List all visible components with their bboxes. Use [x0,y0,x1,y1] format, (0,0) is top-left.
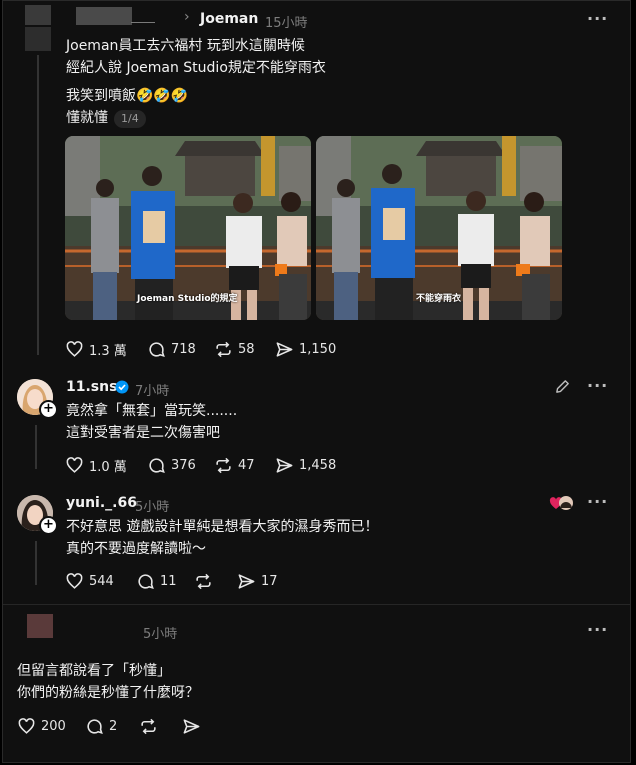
repost-icon [141,718,156,735]
author-name[interactable]: yuni._.66 [66,495,137,511]
repost-button[interactable] [194,572,213,591]
more-icon[interactable]: ··· [587,492,608,511]
thread-line [35,541,37,585]
post-text-line1: 但留言都說看了「秒懂」 [17,663,171,679]
repost-count: 47 [238,458,255,473]
page-indicator: 1/4 [114,110,146,128]
like-button[interactable]: 1.3 萬 [65,340,127,359]
thread-line [35,425,37,469]
share-icon [276,342,293,357]
post-time: 5小時 [143,627,178,642]
share-count: 1,458 [299,458,337,473]
redacted-avatar-bottom [25,27,51,51]
like-count: 1.3 萬 [89,344,127,359]
share-count: 17 [261,574,278,589]
repost-button[interactable]: 58 [214,340,255,359]
heart-icon [18,718,35,734]
post-time: 7小時 [135,384,170,399]
heart-icon [66,457,83,473]
divider [3,604,630,605]
share-button[interactable]: 1,150 [275,340,336,359]
liked-by-author-icon [549,496,573,510]
post-text-line1: Joeman員工去六福村 玩到水這關時候 [66,38,305,54]
redacted-avatar [27,614,53,638]
post-text-line3: 我笑到噴飯🤣🤣🤣 [66,88,189,104]
comment-count: 376 [171,458,196,473]
like-button[interactable]: 200 [17,717,66,736]
chevron-right-icon: › [184,9,190,25]
repost-count: 58 [238,342,255,357]
share-icon [238,574,255,589]
comment-icon [149,458,165,474]
share-icon [276,458,293,473]
post-time: 15小時 [265,16,308,31]
reply-text-line2: 這對受害者是二次傷害吧 [66,425,220,441]
like-count: 1.0 萬 [89,460,127,475]
comment-icon [138,574,154,590]
redacted-username [76,7,132,25]
comment-count: 2 [109,719,118,734]
post-time: 5小時 [135,500,170,515]
reply-text-line2: 真的不要過度解讀啦～ [66,541,206,557]
like-count: 200 [41,719,66,734]
more-icon[interactable]: ··· [587,620,608,639]
reply-text-line1: 竟然拿「無套」當玩笑....... [66,403,238,419]
like-count: 544 [89,574,114,589]
comment-button[interactable]: 11 [136,572,177,591]
repost-icon [216,341,231,358]
comment-count: 11 [160,574,177,589]
repost-button[interactable] [139,717,158,736]
edit-icon[interactable] [554,378,571,395]
reply-text-line1: 不好意思 遊戲設計單純是想看大家的濕身秀而已！ [66,519,379,535]
follow-plus-icon[interactable]: + [39,516,58,535]
more-icon[interactable]: ··· [587,376,608,395]
author-name[interactable]: Joeman [200,11,258,27]
repost-icon [196,573,211,590]
redacted-avatar-top [25,5,51,25]
post-text-line4: 懂就懂 1/4 [66,107,146,129]
like-button[interactable]: 544 [65,572,114,591]
threads-window: › Joeman 15小時 ··· Joeman員工去六福村 玩到水這關時候 經… [2,0,631,763]
comment-button[interactable]: 718 [147,340,196,359]
image-1-caption: Joeman Studio的規定 [137,294,238,304]
redacted-underline [131,22,155,23]
follow-plus-icon[interactable]: + [39,400,58,419]
post-text-line4-label: 懂就懂 [66,110,108,126]
comment-icon [87,719,103,735]
comment-button[interactable]: 2 [85,717,117,736]
post-image-1[interactable]: Joeman Studio的規定 [65,136,311,320]
heart-icon [66,341,83,357]
share-button[interactable]: 1,458 [275,456,336,475]
repost-icon [216,457,231,474]
share-button[interactable] [182,717,201,736]
post-text-line2: 經紀人說 Joeman Studio規定不能穿雨衣 [66,60,326,76]
verified-icon [115,380,129,394]
post-text-line2: 你們的粉絲是秒懂了什麼呀？ [17,685,199,701]
share-button[interactable]: 17 [237,572,278,591]
comment-count: 718 [171,342,196,357]
post-image-2[interactable]: 不能穿雨衣 [316,136,562,320]
share-count: 1,150 [299,342,337,357]
heart-icon [66,573,83,589]
like-button[interactable]: 1.0 萬 [65,456,127,475]
more-icon[interactable]: ··· [587,9,608,28]
comment-button[interactable]: 376 [147,456,196,475]
share-icon [183,719,200,734]
thread-line [37,55,39,355]
author-name[interactable]: 11.sns [66,379,117,395]
image-2-caption: 不能穿雨衣 [416,294,462,304]
repost-button[interactable]: 47 [214,456,255,475]
comment-icon [149,342,165,358]
